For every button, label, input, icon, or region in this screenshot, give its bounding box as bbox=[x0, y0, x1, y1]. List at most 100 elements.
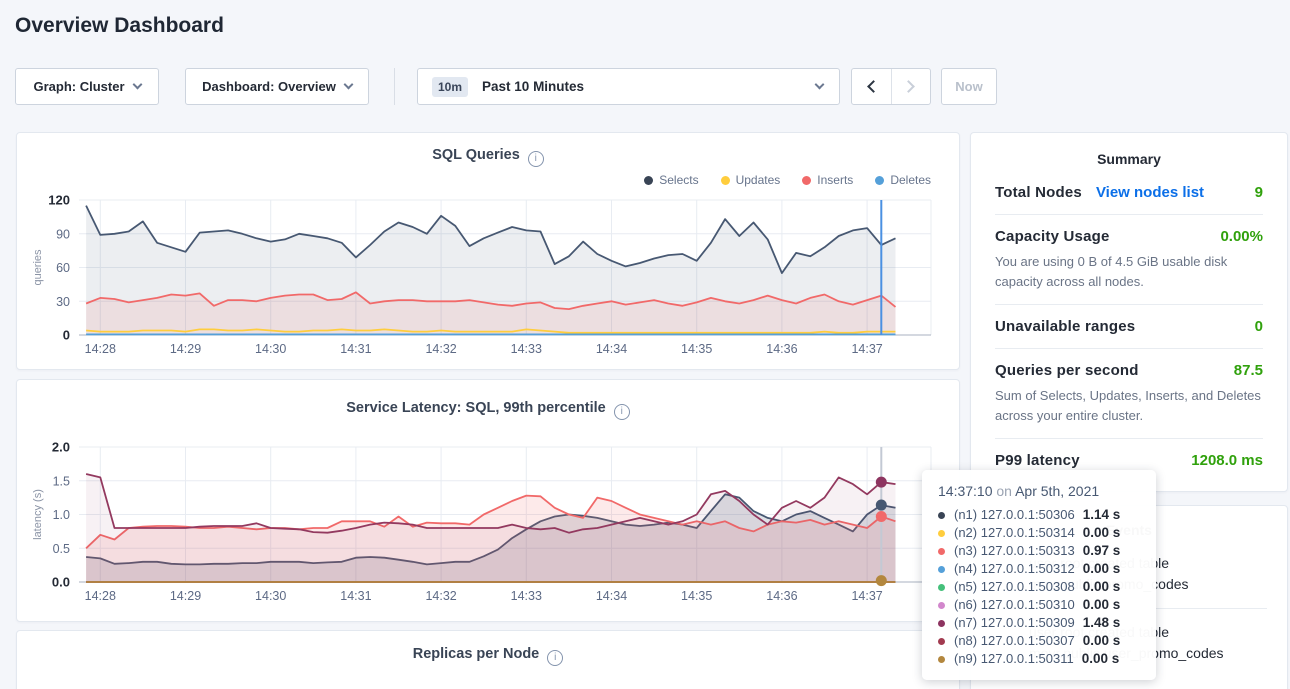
tooltip-row: (n9) 127.0.0.1:50311 0.00 s bbox=[938, 650, 1142, 668]
svg-text:14:36: 14:36 bbox=[766, 342, 797, 356]
node-color-dot bbox=[938, 602, 945, 609]
node-address: (n8) 127.0.0.1:50307 bbox=[954, 632, 1075, 650]
svg-text:14:31: 14:31 bbox=[340, 342, 371, 356]
node-latency-value: 0.00 s bbox=[1083, 632, 1121, 650]
node-latency-value: 1.48 s bbox=[1083, 614, 1121, 632]
chevron-down-icon bbox=[815, 80, 825, 90]
tooltip-date: Apr 5th, 2021 bbox=[1015, 483, 1099, 499]
summary-label: P99 latency bbox=[995, 452, 1080, 469]
dashboard-label: Dashboard: Overview bbox=[202, 79, 336, 94]
tooltip-row: (n8) 127.0.0.1:50307 0.00 s bbox=[938, 632, 1142, 650]
tooltip-row: (n5) 127.0.0.1:50308 0.00 s bbox=[938, 578, 1142, 596]
node-address: (n2) 127.0.0.1:50314 bbox=[954, 524, 1075, 542]
svg-text:30: 30 bbox=[56, 295, 70, 309]
svg-text:14:32: 14:32 bbox=[425, 342, 456, 356]
service-latency-plot[interactable]: 0.00.51.01.52.014:2814:2914:3014:3114:32… bbox=[17, 380, 961, 623]
chevron-left-icon bbox=[867, 80, 880, 93]
node-latency-value: 1.14 s bbox=[1083, 506, 1121, 524]
tooltip-rows: (n1) 127.0.0.1:503061.14 s(n2) 127.0.0.1… bbox=[938, 506, 1142, 668]
node-color-dot bbox=[938, 656, 945, 663]
svg-text:14:36: 14:36 bbox=[766, 589, 797, 603]
summary-description: You are using 0 B of 4.5 GiB usable disk… bbox=[995, 252, 1263, 291]
summary-rows: Total NodesView nodes list9Capacity Usag… bbox=[971, 171, 1287, 482]
svg-text:14:33: 14:33 bbox=[511, 589, 542, 603]
node-latency-value: 0.97 s bbox=[1083, 542, 1121, 560]
summary-label: Queries per second bbox=[995, 362, 1139, 379]
node-color-dot bbox=[938, 566, 945, 573]
node-address: (n1) 127.0.0.1:50306 bbox=[954, 506, 1075, 524]
svg-text:14:32: 14:32 bbox=[425, 589, 456, 603]
view-nodes-list-link[interactable]: View nodes list bbox=[1096, 184, 1204, 201]
time-step-buttons bbox=[851, 68, 931, 105]
summary-row: Total NodesView nodes list9 bbox=[995, 171, 1263, 215]
svg-text:14:31: 14:31 bbox=[340, 589, 371, 603]
tooltip-timestamp: 14:37:10 on Apr 5th, 2021 bbox=[938, 483, 1142, 499]
svg-text:90: 90 bbox=[56, 227, 70, 241]
svg-text:latency (s): latency (s) bbox=[32, 489, 44, 540]
node-address: (n9) 127.0.0.1:50311 bbox=[954, 650, 1074, 668]
summary-value: 1208.0 ms bbox=[1191, 452, 1263, 469]
time-range-label: Past 10 Minutes bbox=[482, 79, 584, 94]
chevron-down-icon bbox=[343, 80, 353, 90]
node-color-dot bbox=[938, 512, 945, 519]
summary-label: Unavailable ranges bbox=[995, 318, 1135, 335]
summary-value: 9 bbox=[1255, 184, 1263, 201]
chart-title: Replicas per Node i bbox=[17, 646, 959, 666]
svg-text:14:37: 14:37 bbox=[851, 589, 882, 603]
summary-value: 87.5 bbox=[1234, 362, 1263, 379]
node-color-dot bbox=[938, 620, 945, 627]
node-latency-value: 0.00 s bbox=[1082, 650, 1120, 668]
replicas-per-node-panel: Replicas per Node i bbox=[16, 630, 960, 689]
tooltip-row: (n2) 127.0.0.1:50314 0.00 s bbox=[938, 524, 1142, 542]
page-title: Overview Dashboard bbox=[15, 14, 224, 38]
node-latency-value: 0.00 s bbox=[1083, 596, 1121, 614]
node-address: (n4) 127.0.0.1:50312 bbox=[954, 560, 1075, 578]
service-latency-panel: Service Latency: SQL, 99th percentilei 0… bbox=[16, 379, 960, 622]
svg-text:14:29: 14:29 bbox=[170, 589, 201, 603]
node-latency-value: 0.00 s bbox=[1083, 578, 1121, 596]
graph-scope-dropdown[interactable]: Graph: Cluster bbox=[15, 68, 159, 105]
time-prev-button[interactable] bbox=[852, 69, 892, 104]
svg-text:14:34: 14:34 bbox=[596, 342, 627, 356]
tooltip-row: (n7) 127.0.0.1:50309 1.48 s bbox=[938, 614, 1142, 632]
time-range-selector[interactable]: 10m Past 10 Minutes bbox=[417, 68, 840, 105]
svg-text:0.5: 0.5 bbox=[53, 542, 70, 556]
chart-hover-tooltip: 14:37:10 on Apr 5th, 2021 (n1) 127.0.0.1… bbox=[922, 470, 1156, 680]
controls-bar: Graph: Cluster Dashboard: Overview 10m P… bbox=[0, 68, 1290, 106]
graph-scope-label: Graph: Cluster bbox=[33, 79, 124, 94]
svg-text:1.0: 1.0 bbox=[53, 508, 70, 522]
sql-queries-panel: SQL Queriesi SelectsUpdatesInsertsDelete… bbox=[16, 132, 960, 370]
chart-title-text: Replicas per Node bbox=[413, 646, 540, 662]
info-icon[interactable]: i bbox=[547, 650, 563, 666]
node-color-dot bbox=[938, 530, 945, 537]
summary-description: Sum of Selects, Updates, Inserts, and De… bbox=[995, 386, 1263, 425]
node-address: (n5) 127.0.0.1:50308 bbox=[954, 578, 1075, 596]
sql-queries-plot[interactable]: 030609012014:2814:2914:3014:3114:3214:33… bbox=[17, 133, 961, 371]
tooltip-time: 14:37:10 bbox=[938, 483, 993, 499]
svg-text:0: 0 bbox=[63, 328, 70, 343]
tooltip-row: (n3) 127.0.0.1:503130.97 s bbox=[938, 542, 1142, 560]
time-next-button[interactable] bbox=[892, 69, 931, 104]
svg-text:14:33: 14:33 bbox=[511, 342, 542, 356]
tooltip-on: on bbox=[996, 483, 1012, 499]
node-latency-value: 0.00 s bbox=[1083, 524, 1121, 542]
svg-text:queries: queries bbox=[32, 249, 44, 286]
overview-dashboard-page: Overview Dashboard Graph: Cluster Dashbo… bbox=[0, 0, 1290, 689]
svg-text:14:37: 14:37 bbox=[851, 342, 882, 356]
tooltip-row: (n4) 127.0.0.1:50312 0.00 s bbox=[938, 560, 1142, 578]
svg-text:14:35: 14:35 bbox=[681, 342, 712, 356]
node-color-dot bbox=[938, 548, 945, 555]
svg-text:14:29: 14:29 bbox=[170, 342, 201, 356]
node-address: (n7) 127.0.0.1:50309 bbox=[954, 614, 1075, 632]
summary-value: 0 bbox=[1255, 318, 1263, 335]
svg-text:60: 60 bbox=[56, 261, 70, 275]
tooltip-row: (n1) 127.0.0.1:50306 1.14 s bbox=[938, 506, 1142, 524]
node-address: (n6) 127.0.0.1:50310 bbox=[954, 596, 1075, 614]
summary-title: Summary bbox=[971, 133, 1287, 171]
dashboard-dropdown[interactable]: Dashboard: Overview bbox=[185, 68, 369, 105]
node-latency-value: 0.00 s bbox=[1083, 560, 1121, 578]
summary-value: 0.00% bbox=[1220, 228, 1263, 245]
now-button[interactable]: Now bbox=[941, 68, 997, 105]
time-range-badge: 10m bbox=[432, 77, 468, 97]
svg-text:14:34: 14:34 bbox=[596, 589, 627, 603]
